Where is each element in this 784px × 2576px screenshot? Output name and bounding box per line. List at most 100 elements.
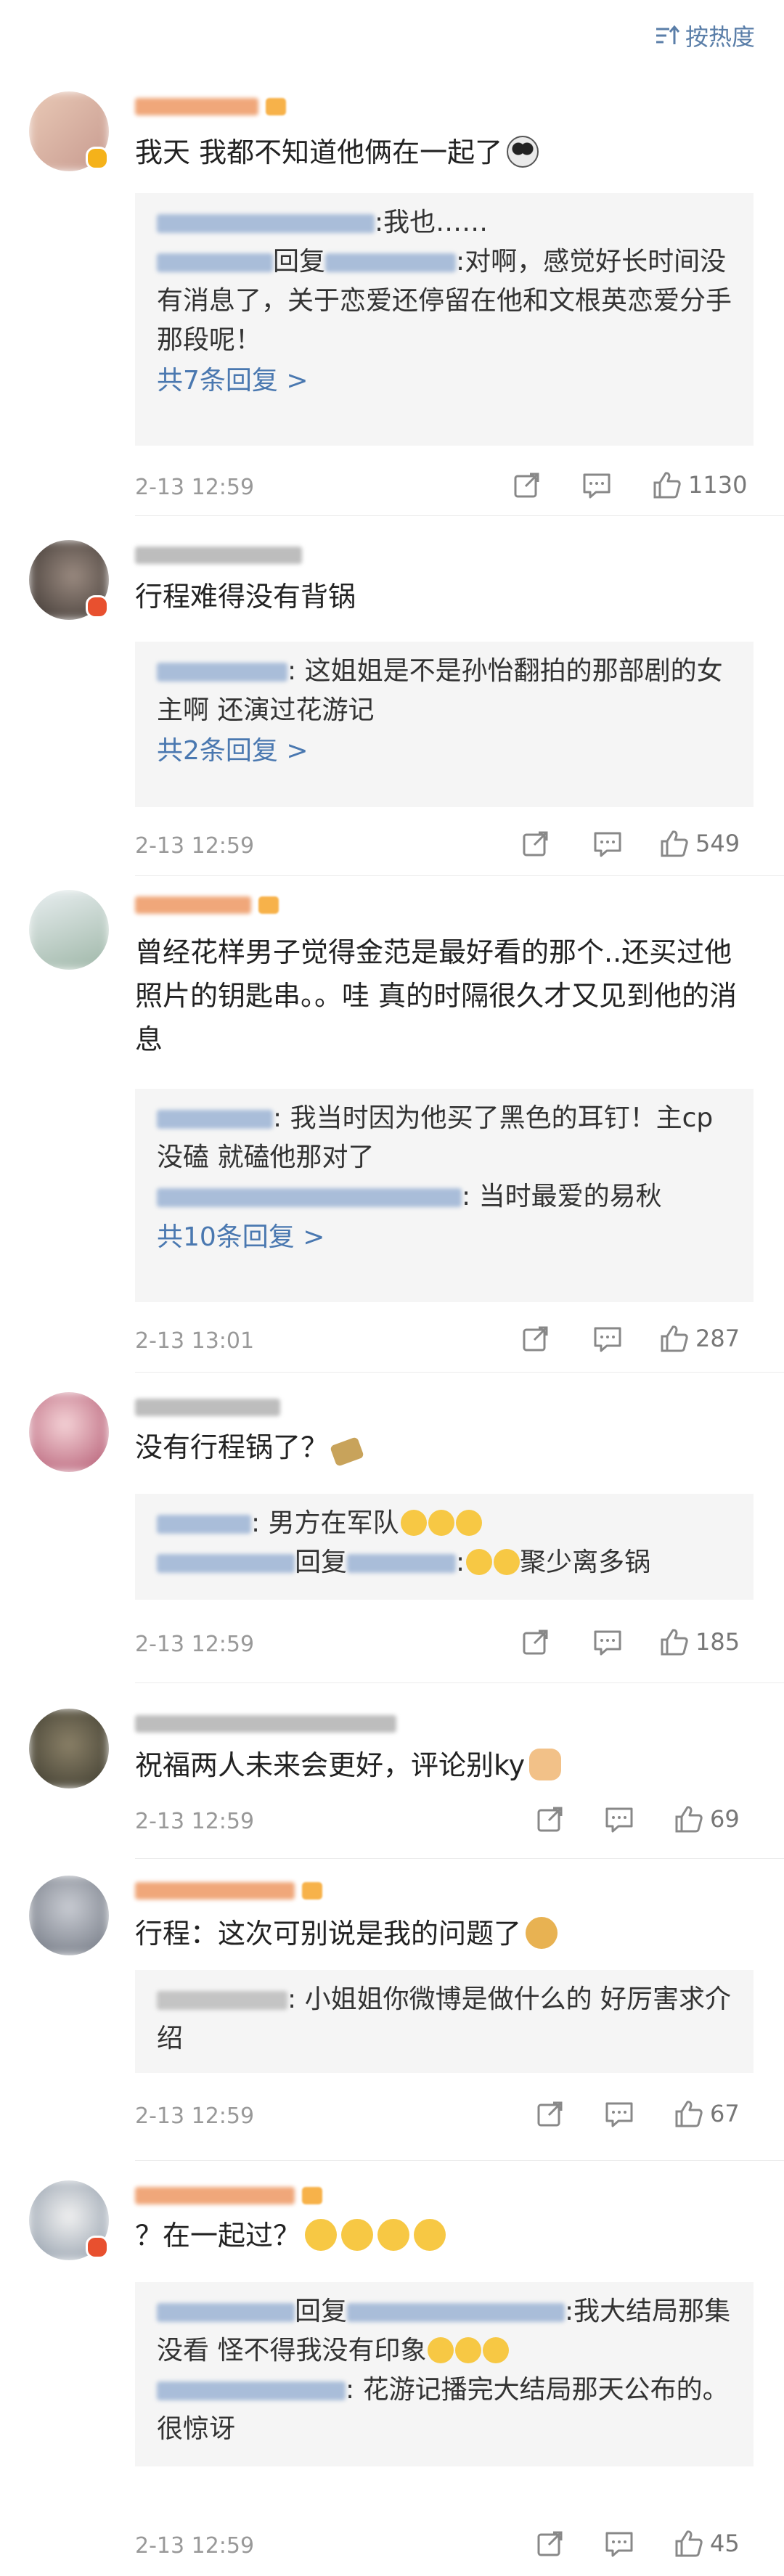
reply-username[interactable]	[157, 1991, 287, 2010]
comment-icon	[594, 1327, 621, 1352]
sort-by-hot-button[interactable]: 按热度	[655, 19, 755, 52]
reply-username[interactable]	[157, 1188, 462, 1207]
reply-line: : 这姐姐是不是孙怡翻拍的那部剧的女主啊 还演过花游记	[157, 656, 723, 725]
share-button[interactable]	[536, 2529, 565, 2558]
like-count: 67	[710, 2100, 740, 2127]
share-icon	[523, 1630, 548, 1655]
laugh-cry-emoji-icon	[428, 1510, 454, 1536]
avatar[interactable]	[29, 1876, 109, 1955]
reply-line: : 我当时因为他买了黑色的耳钉！主cp没磕 就磕他那对了	[157, 1103, 714, 1172]
reply-line: 回复:我大结局那集没看 怪不得我没有印象	[157, 2297, 731, 2366]
like-count: 549	[695, 830, 740, 857]
reply-username[interactable]	[157, 253, 273, 272]
like-count: 45	[710, 2530, 740, 2557]
comment-text: 我天 我都不知道他俩在一起了	[135, 131, 759, 174]
reply-username[interactable]	[157, 214, 375, 233]
reply-username[interactable]	[157, 2303, 295, 2322]
share-button[interactable]	[536, 1804, 565, 1833]
view-more-replies-link[interactable]: 共10条回复 >	[157, 1217, 732, 1259]
like-icon	[675, 2530, 703, 2557]
panda-emoji-icon	[507, 136, 539, 168]
laugh-cry-emoji-icon	[494, 1549, 520, 1575]
reply-line: : 小姐姐你微博是做什么的 好厉害求介绍	[157, 1984, 732, 2053]
reply-line: : 当时最爱的易秋	[157, 1177, 732, 1217]
username[interactable]	[135, 543, 302, 568]
reply-mention[interactable]	[347, 2303, 565, 2322]
view-more-replies-link[interactable]: 共7条回复 >	[157, 360, 732, 402]
like-button[interactable]: 45	[674, 2529, 740, 2558]
like-button[interactable]: 549	[659, 829, 740, 858]
avatar[interactable]	[29, 890, 109, 970]
reply-box: : 男方在军队 回复: 聚少离多锅	[135, 1494, 754, 1600]
comment-meta: 2-13 12:59 1130	[135, 469, 754, 505]
medal-icon	[302, 2187, 322, 2204]
verified-badge-icon	[86, 595, 109, 618]
reply-button[interactable]	[581, 470, 612, 499]
username[interactable]	[135, 94, 286, 119]
comment-text: ？在一起过？	[135, 2214, 759, 2257]
reply-mention[interactable]	[347, 1554, 457, 1573]
divider	[135, 1372, 784, 1373]
reply-box: :我也…… 回复:对啊，感觉好长时间没有消息了，关于恋爱还停留在他和文根英恋爱分…	[135, 193, 754, 446]
thinking-emoji-icon	[377, 2219, 410, 2251]
share-button[interactable]	[521, 829, 550, 858]
reply-mention[interactable]	[325, 253, 457, 272]
reply-username[interactable]	[157, 1554, 295, 1573]
reply-username[interactable]	[157, 1110, 273, 1129]
username[interactable]	[135, 2183, 322, 2208]
username[interactable]	[135, 1712, 396, 1736]
share-button[interactable]	[521, 1324, 550, 1353]
comment-text: 行程难得没有背锅	[135, 581, 356, 613]
comment-icon	[594, 1630, 621, 1656]
laugh-cry-emoji-icon	[483, 2337, 510, 2363]
like-icon	[675, 1806, 703, 1833]
reply-username[interactable]	[157, 2381, 346, 2400]
reply-box: : 这姐姐是不是孙怡翻拍的那部剧的女主啊 还演过花游记 共2条回复 >	[135, 642, 754, 807]
like-button[interactable]: 287	[659, 1324, 740, 1353]
divider	[135, 1682, 784, 1683]
divider	[135, 1858, 784, 1859]
reply-button[interactable]	[604, 2099, 634, 2128]
thinking-emoji-icon	[305, 2219, 338, 2251]
share-button[interactable]	[536, 2099, 565, 2128]
like-button[interactable]: 67	[674, 2099, 740, 2128]
laugh-cry-emoji-icon	[455, 2337, 482, 2363]
like-button[interactable]: 1130	[652, 470, 747, 499]
like-button[interactable]: 185	[659, 1627, 740, 1656]
like-button[interactable]: 69	[674, 1804, 740, 1833]
comment-meta: 2-13 12:59 549	[135, 827, 754, 864]
reply-button[interactable]	[592, 1627, 623, 1656]
avatar[interactable]	[29, 1709, 109, 1788]
reply-box: : 小姐姐你微博是做什么的 好厉害求介绍	[135, 1970, 754, 2073]
username[interactable]	[135, 1878, 322, 1903]
share-button[interactable]	[521, 1627, 550, 1656]
reply-button[interactable]	[604, 1804, 634, 1833]
sort-icon	[656, 25, 679, 44]
reply-line: : 男方在军队	[157, 1504, 732, 1543]
username[interactable]	[135, 1395, 280, 1420]
share-button[interactable]	[513, 470, 542, 499]
view-more-replies-link[interactable]: 共2条回复 >	[157, 730, 732, 772]
medal-icon	[302, 1882, 322, 1900]
divider	[135, 515, 784, 516]
timestamp: 2-13 12:59	[135, 833, 255, 859]
comment-icon	[594, 832, 621, 857]
username[interactable]	[135, 893, 279, 917]
verified-badge-icon	[86, 147, 109, 170]
comment-meta: 2-13 12:59 67	[135, 2098, 754, 2134]
timestamp: 2-13 12:59	[135, 1809, 255, 1834]
comment-text: 曾经花样男子觉得金范是最好看的那个..还买过他照片的钥匙串。。哇 真的时隔很久才…	[135, 936, 738, 1055]
reply-button[interactable]	[592, 829, 623, 858]
share-icon	[523, 831, 548, 856]
reply-button[interactable]	[604, 2529, 634, 2558]
top-bar: 按热度	[0, 0, 784, 73]
like-icon	[653, 472, 681, 499]
ok-hand-emoji-icon	[529, 1749, 562, 1780]
timestamp: 2-13 12:59	[135, 2533, 255, 2559]
reply-username[interactable]	[157, 663, 287, 682]
share-icon	[537, 2531, 563, 2556]
like-icon	[661, 1325, 688, 1352]
reply-button[interactable]	[592, 1324, 623, 1353]
reply-username[interactable]	[157, 1515, 251, 1534]
avatar[interactable]	[29, 1392, 109, 1472]
